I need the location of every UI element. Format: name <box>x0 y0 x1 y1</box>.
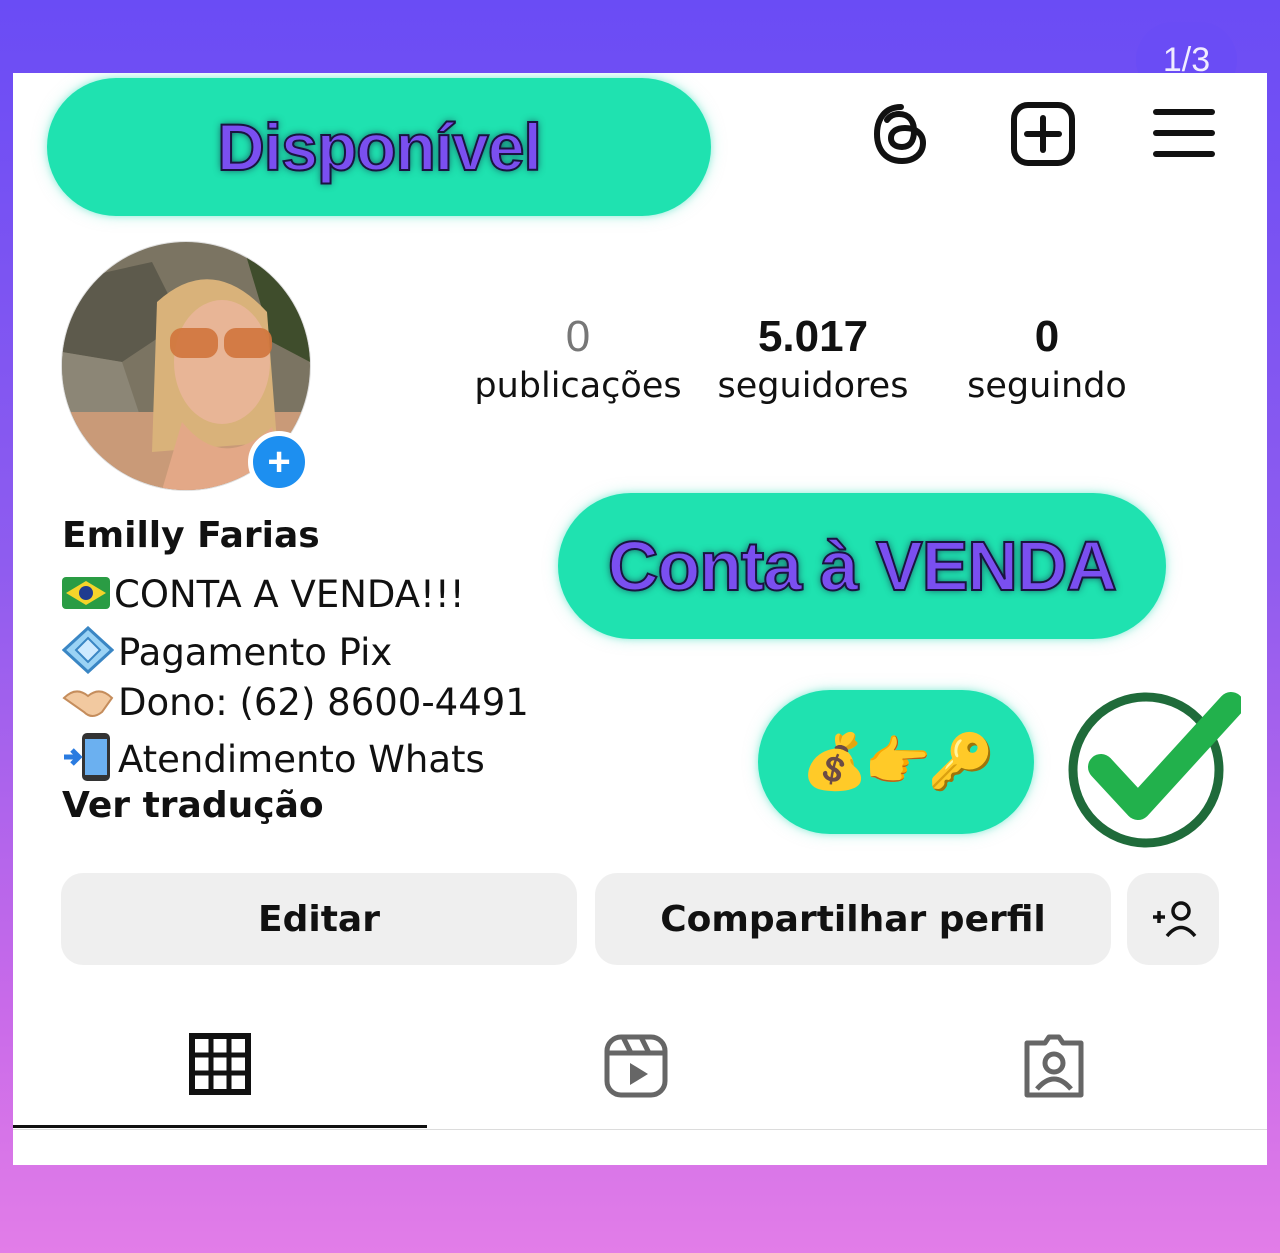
edit-button-label: Editar <box>258 898 380 940</box>
brazil-flag-icon <box>62 575 110 618</box>
stat-followers[interactable]: 5.017 seguidores <box>705 311 921 409</box>
check-icon <box>1066 685 1244 854</box>
bio-line-4: Atendimento Whats <box>62 731 485 792</box>
pix-icon <box>61 625 115 683</box>
following-label: seguindo <box>967 366 1127 406</box>
followers-label: seguidores <box>717 366 909 406</box>
profile-card: Disponível + 0 publicações 5.017 seguido… <box>13 73 1267 1165</box>
followers-count: 5.017 <box>757 312 869 361</box>
money-key-emoji: 💰👉🔑 <box>801 730 995 793</box>
money-key-badge: 💰👉🔑 <box>758 690 1034 834</box>
active-tab-indicator <box>13 1125 427 1128</box>
share-profile-button[interactable]: Compartilhar perfil <box>595 873 1111 965</box>
add-story-button[interactable]: + <box>248 431 310 493</box>
bio-line-1: CONTA A VENDA!!! <box>62 573 465 618</box>
tab-tagged[interactable] <box>1021 1033 1087 1103</box>
tab-grid[interactable] <box>189 1033 251 1099</box>
threads-icon[interactable] <box>871 101 931 171</box>
add-person-button[interactable] <box>1127 873 1219 965</box>
sale-banner: Conta à VENDA <box>558 493 1166 639</box>
tab-divider <box>13 1129 1267 1130</box>
add-person-icon <box>1153 901 1197 938</box>
stat-posts[interactable]: 0 publicações <box>469 311 687 409</box>
available-badge-text: Disponível <box>216 109 543 185</box>
handshake-icon <box>62 678 114 731</box>
phone-arrow-icon <box>62 731 114 792</box>
posts-label: publicações <box>474 366 682 406</box>
create-post-icon[interactable] <box>1010 101 1076 171</box>
bio-line-3-text: Dono: (62) 8600-4491 <box>118 681 529 724</box>
bio-line-2-text: Pagamento Pix <box>118 631 393 674</box>
reels-icon <box>604 1034 668 1098</box>
profile-name: Emilly Farias <box>62 515 320 556</box>
bio-line-3: Dono: (62) 8600-4491 <box>62 678 529 731</box>
tagged-icon <box>1024 1034 1084 1098</box>
bio-line-1-text: CONTA A VENDA!!! <box>114 573 465 616</box>
share-button-label: Compartilhar perfil <box>660 898 1046 940</box>
sale-banner-text: Conta à VENDA <box>607 526 1118 606</box>
edit-profile-button[interactable]: Editar <box>61 873 577 965</box>
menu-icon[interactable] <box>1152 107 1216 163</box>
bio-line-4-text: Atendimento Whats <box>118 738 485 781</box>
tab-reels[interactable] <box>603 1033 669 1103</box>
stat-following[interactable]: 0 seguindo <box>947 311 1147 409</box>
bio-line-2: Pagamento Pix <box>61 625 393 683</box>
profile-avatar-container[interactable]: + <box>61 241 311 493</box>
grid-icon <box>189 1033 251 1095</box>
available-badge: Disponível <box>47 78 711 216</box>
following-count: 0 <box>1034 312 1060 361</box>
see-translation-link[interactable]: Ver tradução <box>62 785 324 826</box>
posts-count: 0 <box>565 312 591 361</box>
